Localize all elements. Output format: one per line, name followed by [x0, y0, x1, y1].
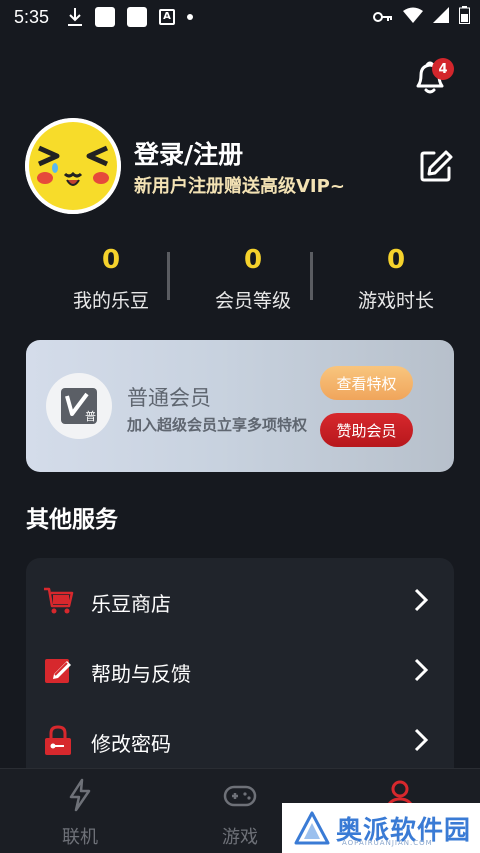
more-notifications-dot-icon [187, 14, 194, 20]
user-stats: 0 我的乐豆 0 会员等级 0 游戏时长 [0, 240, 480, 315]
nav-label: 联机 [62, 827, 98, 848]
wifi-icon [403, 7, 423, 28]
edit-note-icon [45, 659, 71, 683]
battery-icon [459, 6, 470, 29]
nav-label: 游戏 [222, 827, 258, 848]
service-label: 乐豆商店 [91, 592, 171, 616]
vpn-key-icon [373, 8, 393, 28]
stat-divider [167, 252, 170, 300]
cart-icon [44, 587, 74, 614]
watermark-logo-icon [294, 811, 330, 845]
section-title-other-services: 其他服务 [26, 507, 118, 533]
nav-tab-games[interactable]: 游戏 [200, 777, 280, 849]
stat-value: 0 [243, 245, 263, 275]
member-level-title: 普通会员 [127, 386, 211, 410]
signal-icon [433, 7, 449, 28]
view-privileges-button[interactable]: 查看特权 [320, 366, 413, 400]
font-notification-icon: A [159, 9, 176, 25]
service-label: 修改密码 [91, 732, 171, 756]
services-list: 乐豆商店 帮助与反馈 修改密码 [26, 558, 454, 778]
sponsor-member-button[interactable]: 赞助会员 [320, 413, 413, 447]
edit-profile-button[interactable] [418, 148, 454, 184]
service-label: 帮助与反馈 [91, 662, 191, 686]
member-logo: 普 [46, 373, 112, 439]
gamepad-icon [223, 785, 257, 807]
pikachu-avatar-icon [25, 118, 121, 214]
watermark-subtext: AOPAIRUANJIAN.COM [342, 839, 433, 847]
lightning-icon [69, 778, 91, 812]
app-notification-icon-2 [127, 7, 148, 27]
status-indicators [373, 6, 470, 29]
stat-label: 会员等级 [214, 290, 291, 312]
chevron-right-icon [414, 588, 429, 612]
member-logo-text: 普 [85, 409, 96, 423]
stat-value: 0 [386, 245, 406, 275]
stat-member-level[interactable]: 0 会员等级 [173, 240, 333, 313]
vip-badge-icon: 普 [61, 388, 97, 424]
status-time: 5:35 [14, 6, 50, 27]
stat-game-time[interactable]: 0 游戏时长 [316, 240, 476, 313]
chevron-right-icon [414, 728, 429, 752]
service-item-ledou-shop[interactable]: 乐豆商店 [26, 562, 454, 632]
status-bar: 5:35 A [0, 0, 480, 34]
register-promo-text: 新用户注册赠送高级VIP~ [134, 176, 345, 197]
member-description: 加入超级会员立享多项特权 [127, 416, 308, 434]
stat-label: 游戏时长 [357, 290, 434, 312]
watermark: 奥派软件园 AOPAIRUANJIAN.COM [282, 803, 480, 853]
app-notification-icon [95, 7, 116, 27]
nav-tab-online[interactable]: 联机 [40, 777, 120, 849]
stat-divider [310, 252, 313, 300]
chevron-right-icon [414, 658, 429, 682]
download-icon [67, 7, 83, 27]
notification-badge: 4 [432, 58, 454, 80]
edit-icon [420, 150, 453, 182]
lock-icon [45, 725, 71, 755]
avatar[interactable] [25, 118, 121, 214]
service-item-help-feedback[interactable]: 帮助与反馈 [26, 632, 454, 702]
login-register-link[interactable]: 登录/注册 [134, 135, 243, 171]
service-item-change-password[interactable]: 修改密码 [26, 702, 454, 772]
member-card[interactable]: 普 普通会员 加入超级会员立享多项特权 查看特权 赞助会员 [26, 340, 454, 472]
